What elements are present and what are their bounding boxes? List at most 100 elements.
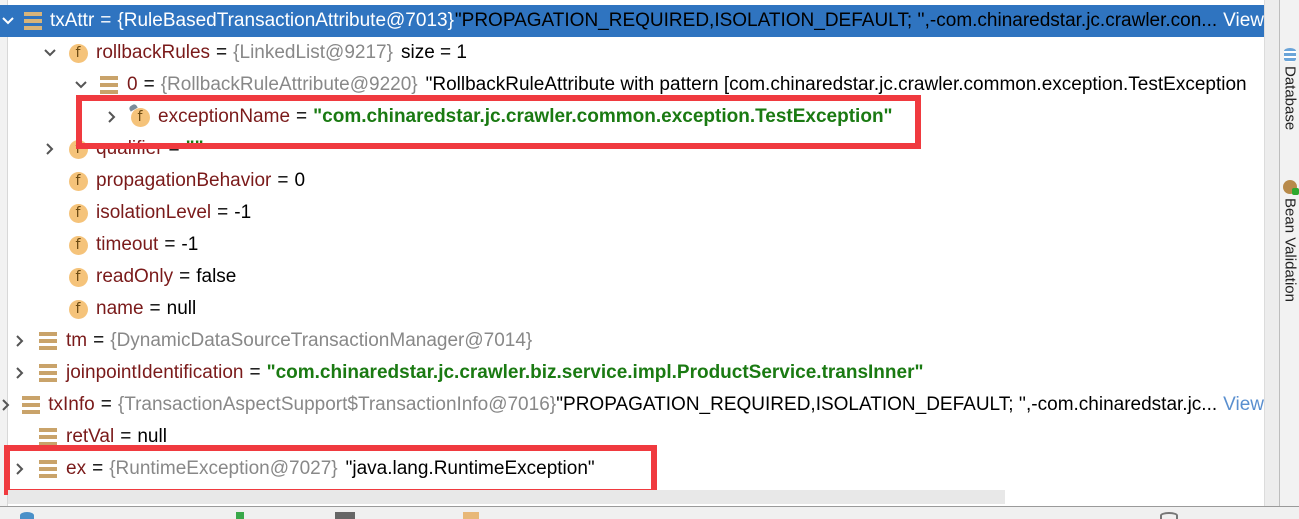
view-link[interactable]: View [1223,10,1264,32]
bottom-toolbar [0,506,1299,519]
var-name: txAttr [49,10,95,31]
var-name: ex [66,458,87,479]
chevron-right-icon[interactable] [12,461,28,477]
var-type: {RuleBasedTransactionAttribute@7013} [117,10,454,31]
var-value: null [137,426,167,447]
var-value: "" [185,138,204,159]
tab-label: Bean Validation [1281,198,1299,302]
var-name: readOnly [96,266,174,287]
chevron-right-icon[interactable] [0,397,12,413]
var-name: joinpointIdentification [66,362,244,383]
var-value: "java.lang.RuntimeException" [345,458,595,479]
var-value: null [166,298,197,319]
var-value: "PROPAGATION_REQUIRED,ISOLATION_DEFAULT;… [454,10,1218,31]
bean-validation-icon [1283,180,1299,195]
var-type: {DynamicDataSourceTransactionManager@701… [110,330,533,351]
var-type: {TransactionAspectSupport$TransactionInf… [117,394,557,415]
var-value: false [196,266,237,287]
equals: = [168,138,180,159]
tab-database[interactable]: Database [1280,48,1299,130]
var-value: size = 1 [400,42,467,63]
equals: = [296,106,308,127]
tree-row-txAttr[interactable]: txAttr = {RuleBasedTransactionAttribute@… [0,5,1264,37]
tree-row-qualifier[interactable]: f qualifier = "" [0,133,1264,165]
vertical-scrollbar[interactable] [1264,0,1279,506]
var-name: isolationLevel [96,202,212,223]
var-name: propagationBehavior [96,170,272,191]
var-value: "PROPAGATION_REQUIRED,ISOLATION_DEFAULT;… [556,394,1218,415]
equals: = [100,394,112,415]
tree-row-readOnly[interactable]: f readOnly = false [0,261,1264,293]
var-type: {LinkedList@9217} [233,42,393,63]
field-icon: f [68,267,88,287]
field-icon: f [68,203,88,223]
equals: = [277,170,289,191]
equals: = [249,362,261,383]
tree-row-joinpointIdentification[interactable]: joinpointIdentification = "com.chinareds… [0,357,1264,389]
var-name: rollbackRules [96,42,211,63]
equals: = [100,10,112,31]
chevron-right-icon[interactable] [42,141,58,157]
equals: = [92,458,104,479]
final-field-icon: f [128,103,150,127]
var-name: retVal [66,426,115,447]
chevron-right-icon[interactable] [12,365,28,381]
chevron-right-icon[interactable] [12,333,28,349]
var-name: txInfo [48,394,95,415]
var-value: -1 [234,202,252,223]
equals: = [216,42,228,63]
equals: = [120,426,132,447]
var-name: name [96,298,144,319]
var-name: qualifier [96,138,163,159]
tree-row-propagationBehavior[interactable]: f propagationBehavior = 0 [0,165,1264,197]
tree-row-tm[interactable]: tm = {DynamicDataSourceTransactionManage… [0,325,1264,357]
var-name: tm [66,330,88,351]
object-icon [22,395,41,415]
field-icon: f [68,171,88,191]
tab-bean-validation[interactable]: Bean Validation [1280,180,1299,302]
database-icon [1284,48,1296,62]
chevron-down-icon[interactable] [2,13,14,29]
tree-row-isolationLevel[interactable]: f isolationLevel = -1 [0,197,1264,229]
tab-label: Database [1281,66,1299,131]
var-value: -1 [181,234,199,255]
var-name: 0 [127,74,138,95]
chevron-right-icon[interactable] [104,109,120,125]
var-name: exceptionName [158,106,291,127]
object-icon [38,331,58,351]
variables-tree: txAttr = {RuleBasedTransactionAttribute@… [0,0,1264,506]
var-type: {RuntimeException@7027} [109,458,338,479]
tree-row-exceptionName[interactable]: f exceptionName = "com.chinaredstar.jc.c… [0,101,1264,133]
equals: = [149,298,161,319]
var-value: "com.chinaredstar.jc.crawler.biz.service… [266,362,924,383]
view-link[interactable]: View [1223,394,1264,416]
equals: = [179,266,191,287]
tree-row-retVal[interactable]: retVal = null [0,421,1264,453]
tree-row-0[interactable]: 0 = {RollbackRuleAttribute@9220} "Rollba… [0,69,1264,101]
equals: = [164,234,176,255]
tree-row-txInfo[interactable]: txInfo = {TransactionAspectSupport$Trans… [0,389,1264,421]
horizontal-scrollbar[interactable] [8,490,1005,504]
tree-row-rollbackRules[interactable]: f rollbackRules = {LinkedList@9217} size… [0,37,1264,69]
equals: = [93,330,105,351]
object-icon [23,11,42,31]
chevron-down-icon[interactable] [42,45,58,61]
object-icon [38,459,58,479]
var-value: "RollbackRuleAttribute with pattern [com… [425,74,1247,95]
field-icon: f [68,235,88,255]
field-icon: f [68,299,88,319]
equals: = [143,74,155,95]
equals: = [217,202,229,223]
object-icon [38,363,58,383]
tree-row-ex[interactable]: ex = {RuntimeException@7027} "java.lang.… [0,453,1264,485]
tree-row-name[interactable]: f name = null [0,293,1264,325]
chevron-down-icon[interactable] [73,77,89,93]
var-type: {RollbackRuleAttribute@9220} [160,74,418,95]
var-value: 0 [294,170,306,191]
field-icon: f [68,43,88,63]
tree-row-timeout[interactable]: f timeout = -1 [0,229,1264,261]
object-icon [38,427,58,447]
field-icon: f [68,139,88,159]
var-value: "com.chinaredstar.jc.crawler.common.exce… [313,106,893,127]
object-icon [99,75,119,95]
